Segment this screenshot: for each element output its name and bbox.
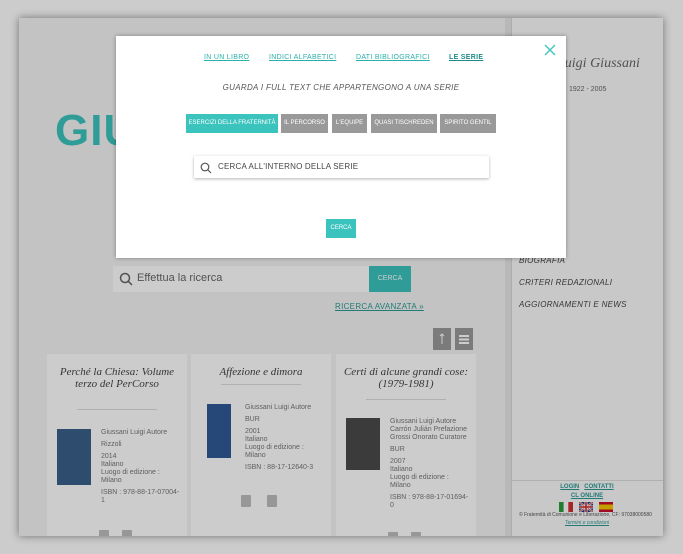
series-esercizi[interactable]: ESERCIZI DELLA FRATERNITÀ — [186, 114, 278, 133]
modal-subtitle: GUARDA I FULL TEXT CHE APPARTENGONO A UN… — [222, 83, 460, 92]
tab-indici-alfabetici[interactable]: INDICI ALFABETICI — [269, 54, 336, 61]
tab-dati-bibliografici[interactable]: DATI BIBLIOGRAFICI — [356, 54, 430, 61]
search-modal: IN UN LIBRO INDICI ALFABETICI DATI BIBLI… — [116, 36, 566, 258]
series-il-percorso[interactable]: IL PERCORSO — [281, 114, 328, 133]
series-search-submit[interactable]: CERCA — [326, 219, 356, 238]
search-icon — [200, 162, 212, 174]
series-search-input[interactable]: CERCA ALL'INTERNO DELLA SERIE — [194, 156, 489, 178]
series-spirito-gentil[interactable]: SPIRITO GENTIL — [440, 114, 496, 133]
close-icon[interactable] — [544, 44, 556, 56]
tab-le-serie[interactable]: LE SERIE — [449, 54, 483, 61]
series-quasi-tischreden[interactable]: QUASI TISCHREDEN — [371, 114, 437, 133]
series-lequipe[interactable]: L'EQUIPE — [332, 114, 367, 133]
series-search-placeholder: CERCA ALL'INTERNO DELLA SERIE — [218, 162, 359, 171]
tab-in-un-libro[interactable]: IN UN LIBRO — [204, 54, 249, 61]
